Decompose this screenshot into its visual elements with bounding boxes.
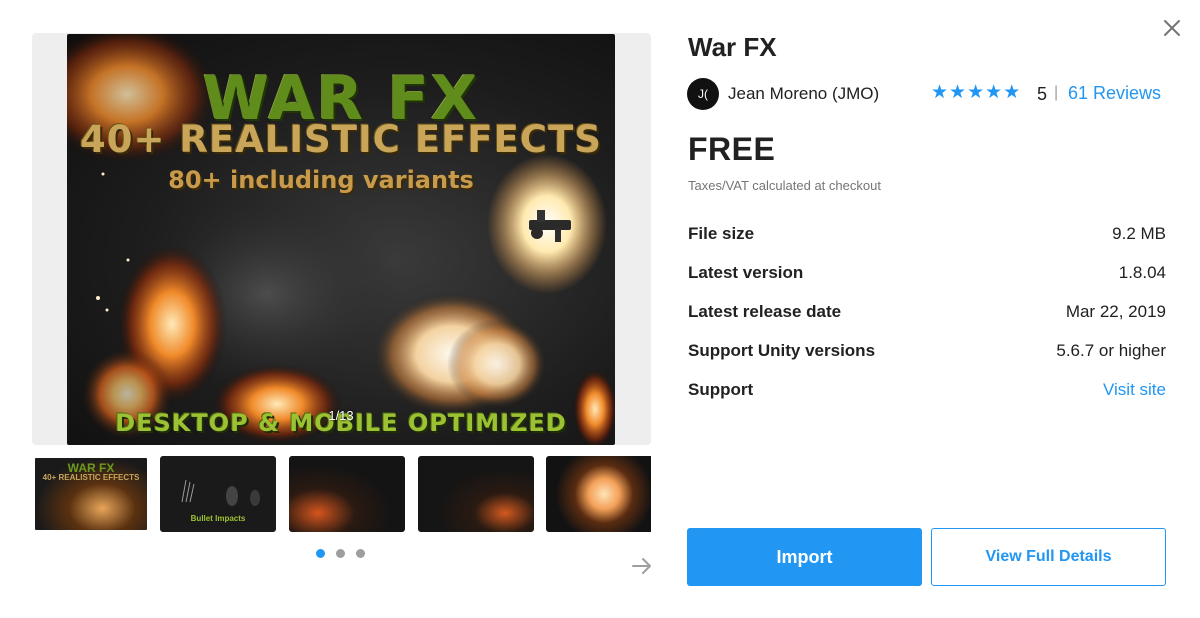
thumbnail-4[interactable] (418, 456, 534, 532)
image-counter: 1/13 (328, 408, 354, 423)
import-button[interactable]: Import (687, 528, 922, 586)
pagination-dot-2[interactable] (336, 549, 345, 558)
star-icon: ★ (949, 82, 968, 103)
close-button[interactable] (1160, 16, 1184, 40)
hero-tagline: 80+ including variants (168, 166, 474, 194)
spec-row-support: Support Visit site (688, 380, 1166, 404)
view-full-details-button[interactable]: View Full Details (931, 528, 1166, 586)
tax-note: Taxes/VAT calculated at checkout (688, 178, 881, 193)
publisher-name[interactable]: Jean Moreno (JMO) (728, 84, 879, 104)
hero-subtitle: 40+ REALISTIC EFFECTS (80, 118, 602, 161)
hero-image[interactable]: WAR FX 40+ REALISTIC EFFECTS 80+ includi… (67, 34, 615, 445)
rating-separator: | (1054, 84, 1059, 101)
spec-value: Mar 22, 2019 (1065, 302, 1166, 321)
thumbnail-3[interactable] (289, 456, 405, 532)
spec-label: Support Unity versions (688, 341, 876, 360)
star-icon: ★ (931, 82, 950, 103)
thumbnail-2-caption: Bullet Impacts (190, 514, 246, 523)
spec-label: Support (688, 380, 754, 399)
star-icon: ★ (1003, 82, 1022, 103)
thumbnail-2[interactable]: Bullet Impacts (160, 456, 276, 532)
thumbnail-1-subtitle: 40+ REALISTIC EFFECTS (42, 473, 140, 482)
star-rating: ★★★★★ (931, 83, 1021, 103)
rating-value: 5 (1037, 84, 1048, 104)
spec-row-latest-version: Latest version 1.8.04 (688, 263, 1166, 287)
spec-value: 9.2 MB (1112, 224, 1166, 243)
reviews-link[interactable]: 61 Reviews (1068, 83, 1161, 104)
star-icon: ★ (985, 82, 1004, 103)
spec-value: 1.8.04 (1118, 263, 1166, 282)
spec-label: Latest release date (688, 302, 842, 321)
product-title: War FX (688, 32, 777, 62)
thumbnail-5[interactable] (546, 456, 651, 532)
next-image-button[interactable] (630, 555, 654, 577)
thumbnail-strip: WAR FX 40+ REALISTIC EFFECTS Bullet Impa… (32, 455, 651, 533)
spec-label: File size (688, 224, 755, 243)
pagination-dot-3[interactable] (356, 549, 365, 558)
spec-row-file-size: File size 9.2 MB (688, 224, 1166, 248)
pagination-dot-1[interactable] (316, 549, 325, 558)
star-icon: ★ (967, 82, 986, 103)
spec-label: Latest version (688, 263, 804, 282)
spec-row-unity-versions: Support Unity versions 5.6.7 or higher (688, 341, 1166, 365)
spec-row-release-date: Latest release date Mar 22, 2019 (688, 302, 1166, 326)
arrow-right-icon (632, 558, 651, 574)
close-icon (1164, 20, 1180, 36)
publisher-avatar[interactable]: J( (687, 78, 719, 110)
thumbnail-1[interactable]: WAR FX 40+ REALISTIC EFFECTS (33, 456, 149, 532)
spec-value: 5.6.7 or higher (1056, 341, 1166, 360)
visit-site-link[interactable]: Visit site (1103, 380, 1166, 400)
price: FREE (688, 131, 776, 167)
